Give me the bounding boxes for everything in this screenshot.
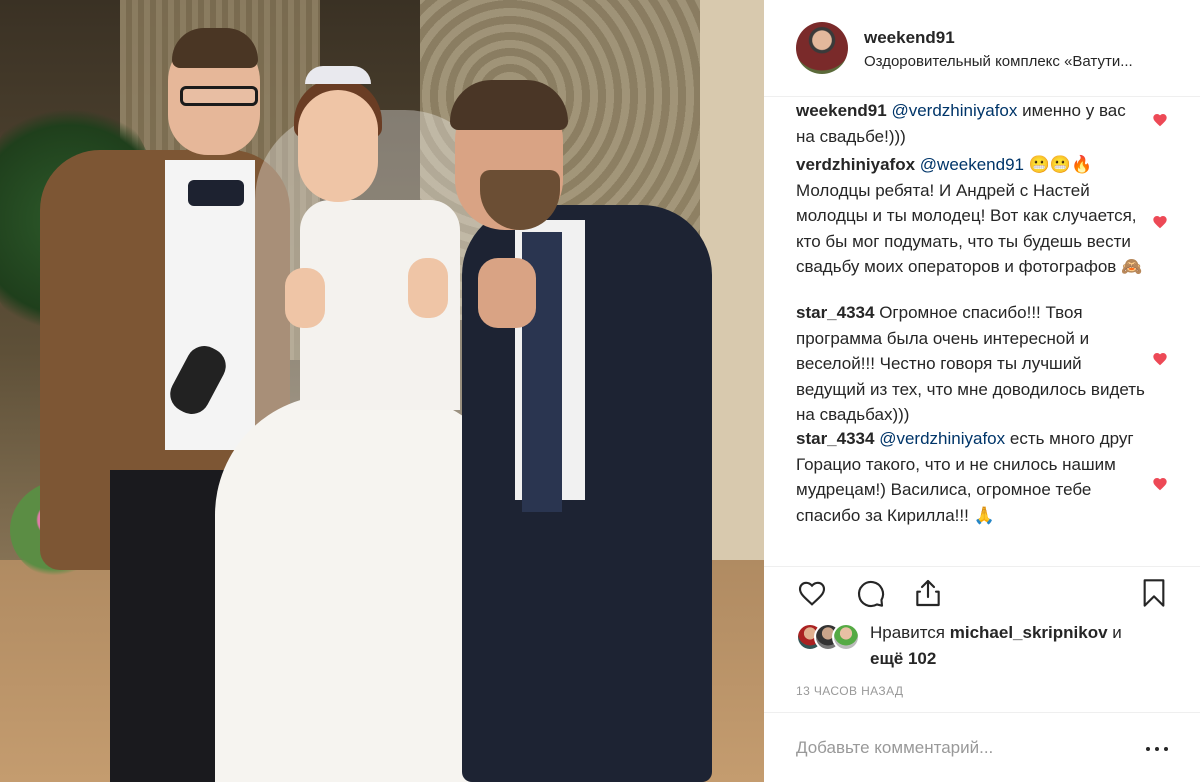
glasses	[180, 86, 258, 106]
post-location[interactable]: Оздоровительный комплекс «Ватути...	[864, 53, 1174, 70]
add-comment-bar	[764, 712, 1200, 782]
comment: weekend91 @verdzhiniyafox именно у вас н…	[796, 98, 1146, 149]
groom-hair	[172, 28, 258, 68]
heart-outline-icon[interactable]	[796, 577, 828, 609]
comment-bubble-icon[interactable]	[854, 577, 886, 609]
comment-like-heart-icon[interactable]	[1152, 351, 1168, 367]
comment-list[interactable]: weekend91 @verdzhiniyafox именно у вас н…	[764, 96, 1200, 566]
comment-input[interactable]	[796, 735, 1126, 761]
comment-author[interactable]: weekend91	[796, 101, 887, 120]
guest-hair	[450, 80, 568, 130]
bow-tie	[188, 180, 244, 206]
share-icon[interactable]	[912, 577, 944, 609]
post-header: weekend91 Оздоровительный комплекс «Вату…	[764, 0, 1200, 97]
post-actions	[764, 566, 1200, 621]
comment-mention[interactable]: @verdzhiniyafox	[891, 101, 1017, 120]
liker-avatars[interactable]	[796, 623, 866, 651]
thumbs-up	[478, 258, 536, 328]
comment-like-heart-icon[interactable]	[1152, 112, 1168, 128]
instagram-post-modal: weekend91 Оздоровительный комплекс «Вату…	[0, 0, 1200, 782]
ellipsis-icon[interactable]	[1146, 746, 1170, 754]
bookmark-icon[interactable]	[1138, 577, 1170, 609]
likes-count[interactable]: ещё 102	[870, 649, 936, 668]
comment: star_4334 @verdzhiniyafox есть много дру…	[796, 426, 1146, 528]
post-timestamp[interactable]: 13 ЧАСОВ НАЗАД	[796, 684, 903, 698]
avatar	[832, 623, 860, 651]
post-photo[interactable]	[0, 0, 764, 782]
liker-username[interactable]: michael_skripnikov	[950, 623, 1108, 642]
comment-like-heart-icon[interactable]	[1152, 214, 1168, 230]
comment: verdzhiniyafox @weekend91 😬😬🔥 Молодцы ре…	[796, 152, 1146, 280]
tiara	[305, 66, 371, 84]
likes-summary: Нравится michael_skripnikov и ещё 102	[796, 620, 1176, 676]
author-username[interactable]: weekend91	[864, 28, 955, 48]
comment-author[interactable]: verdzhiniyafox	[796, 155, 915, 174]
post-sidebar: weekend91 Оздоровительный комплекс «Вату…	[764, 0, 1200, 782]
author-avatar[interactable]	[796, 22, 848, 74]
comment-author[interactable]: star_4334	[796, 429, 874, 448]
comment: star_4334 Огромное спасибо!!! Твоя прогр…	[796, 300, 1146, 428]
likes-text: Нравится michael_skripnikov и ещё 102	[870, 620, 1170, 672]
comment-mention[interactable]: @verdzhiniyafox	[879, 429, 1005, 448]
thumbs-up	[408, 258, 448, 318]
likes-prefix: Нравится	[870, 623, 950, 642]
likes-middle: и	[1107, 623, 1122, 642]
comment-like-heart-icon[interactable]	[1152, 476, 1168, 492]
bride-face	[298, 90, 378, 202]
comment-mention[interactable]: @weekend91	[920, 155, 1024, 174]
comment-author[interactable]: star_4334	[796, 303, 874, 322]
thumbs-up	[285, 268, 325, 328]
